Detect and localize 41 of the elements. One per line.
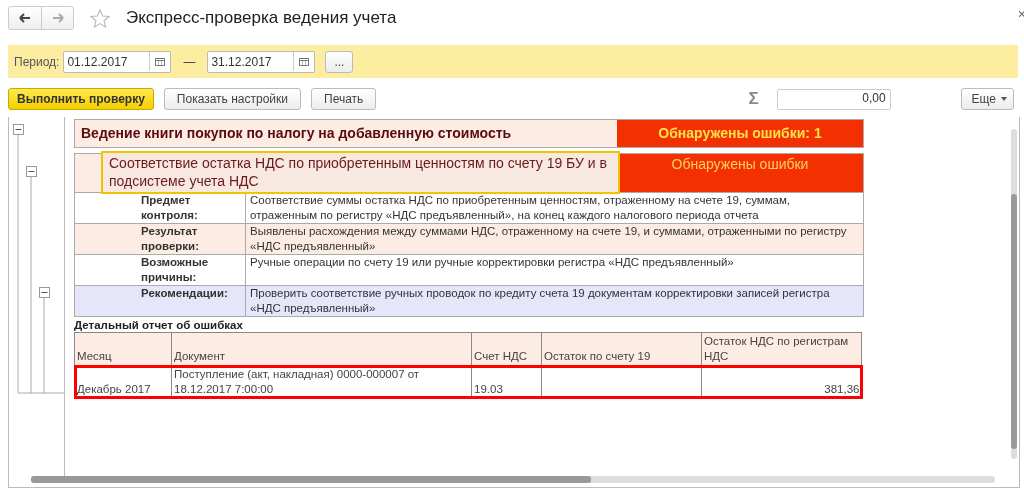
section-title: Ведение книги покупок по налогу на добавленную стоимость [75, 120, 617, 147]
detail-text: Соответствие суммы остатка НДС по приобретенным ценностям, отраженному на счете 19, суммам, отраженным по регистру «НДС предъявленный», на конец каждого налогового периода отчета [249, 193, 792, 223]
caret-icon [1001, 97, 1007, 101]
check-title[interactable]: Соответствие остатка НДС по приобретенным ценностям по счету 19 БУ и в подсистеме учета НДС [101, 151, 620, 194]
error-report-title: Детальный отчет об ошибках [74, 319, 244, 331]
column-header: Месяц [74, 332, 172, 366]
period-label: Период: [14, 54, 60, 69]
column-header: Счет НДС [471, 332, 542, 366]
check-status: Обнаружены ошибки [617, 154, 863, 192]
vertical-scrollbar[interactable] [1011, 129, 1017, 459]
left-arrow-icon [19, 13, 31, 23]
column-header: Документ [171, 332, 472, 366]
sum-symbol: Σ [748, 89, 759, 109]
right-arrow-icon [51, 13, 64, 23]
collapse-toggle[interactable] [26, 166, 37, 177]
toolbar-button[interactable]: Выполнить проверку [8, 88, 154, 110]
more-button[interactable]: Еще [960, 88, 1014, 110]
column-header: Остаток НДС по регистрам НДС [701, 332, 862, 366]
horizontal-scrollbar[interactable] [31, 476, 995, 483]
toolbar-button[interactable]: Показать настройки [163, 88, 301, 110]
toolbar-button[interactable]: Печать [311, 88, 377, 110]
star-icon[interactable] [90, 8, 110, 28]
table-cell: Декабрь 2017 [77, 383, 151, 395]
detail-label: Рекомендации: [75, 286, 246, 316]
column-header: Остаток по счету 19 [541, 332, 702, 366]
sum-field: 0,00 [776, 88, 891, 110]
collapse-toggle[interactable] [39, 287, 50, 298]
detail-text: Выявлены расхождения между суммами НДС, отраженному на счете 19, и суммами, отраженными по регистру «НДС предъявленный» [249, 224, 848, 254]
date-from-field[interactable]: 01.12.2017 [63, 50, 172, 73]
window-title: Экспресс-проверка ведения учета [126, 8, 397, 28]
choose-period-button[interactable]: ... [325, 50, 354, 73]
detail-text: Проверить соответствие ручных проводок по кредиту счета 19 документам корректировки записей регистра «НДС предъявленный» [249, 286, 831, 316]
detail-text: Ручные операции по счету 19 или ручные корректировки регистра «НДС предъявленный» [249, 255, 735, 270]
collapse-toggle[interactable] [13, 124, 24, 135]
table-cell: 19.03 [474, 383, 503, 395]
table-cell: 381,36 [824, 383, 860, 395]
section-status: Обнаружены ошибки: 1 [617, 120, 863, 147]
table-cell: Поступление (акт, накладная) 0000-000007 от 18.12.2017 7:00:00 [174, 368, 420, 395]
date-to-field[interactable]: 31.12.2017 [207, 50, 316, 73]
detail-label: Результат проверки: [75, 224, 246, 254]
date-separator: — [183, 54, 196, 69]
